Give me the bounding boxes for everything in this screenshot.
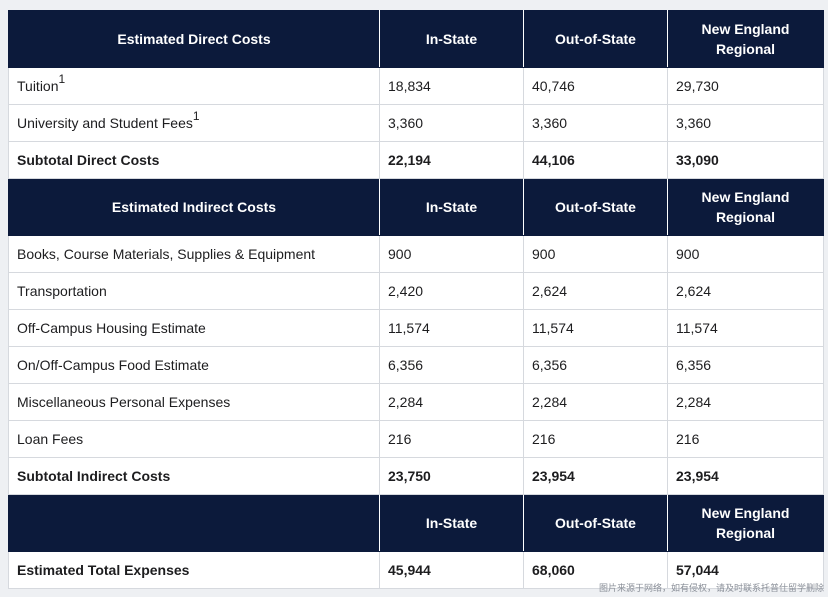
cell-new-england-regional: 3,360 bbox=[667, 104, 824, 142]
cell-out-of-state: 6,356 bbox=[523, 346, 668, 384]
cell-new-england-regional: 900 bbox=[667, 235, 824, 273]
subtotal-direct-row: Subtotal Direct Costs 22,194 44,106 33,0… bbox=[8, 141, 824, 179]
cell-new-england-regional: 6,356 bbox=[667, 346, 824, 384]
cell-out-of-state: 44,106 bbox=[523, 141, 668, 179]
row-label-text: Tuition bbox=[17, 78, 59, 94]
cell-out-of-state: 3,360 bbox=[523, 104, 668, 142]
cell-out-of-state: 40,746 bbox=[523, 67, 668, 105]
indirect-costs-heading: Estimated Indirect Costs bbox=[8, 178, 380, 236]
cell-out-of-state: 216 bbox=[523, 420, 668, 458]
table-row: Books, Course Materials, Supplies & Equi… bbox=[8, 235, 824, 273]
image-source-watermark: 图片来源于网络，如有侵权，请及时联系托普仕留学删除 bbox=[598, 584, 824, 594]
total-header-row: In-State Out-of-State New England Region… bbox=[8, 494, 824, 552]
row-label: Loan Fees bbox=[8, 420, 380, 458]
cell-new-england-regional: 2,284 bbox=[667, 383, 824, 421]
table-row: Tuition1 18,834 40,746 29,730 bbox=[8, 67, 824, 105]
column-header-out-of-state: Out-of-State bbox=[523, 494, 668, 552]
cell-new-england-regional: 216 bbox=[667, 420, 824, 458]
cell-new-england-regional: 23,954 bbox=[667, 457, 824, 495]
row-label: On/Off-Campus Food Estimate bbox=[8, 346, 380, 384]
cell-in-state: 22,194 bbox=[379, 141, 524, 179]
row-label: Miscellaneous Personal Expenses bbox=[8, 383, 380, 421]
cost-of-attendance-table: Estimated Direct Costs In-State Out-of-S… bbox=[8, 10, 824, 589]
subtotal-indirect-row: Subtotal Indirect Costs 23,750 23,954 23… bbox=[8, 457, 824, 495]
direct-costs-header-row: Estimated Direct Costs In-State Out-of-S… bbox=[8, 10, 824, 68]
footnote-marker: 1 bbox=[58, 72, 66, 87]
table-row: On/Off-Campus Food Estimate 6,356 6,356 … bbox=[8, 346, 824, 384]
column-header-out-of-state: Out-of-State bbox=[523, 10, 668, 68]
column-header-out-of-state: Out-of-State bbox=[523, 178, 668, 236]
row-label: Books, Course Materials, Supplies & Equi… bbox=[8, 235, 380, 273]
cell-in-state: 216 bbox=[379, 420, 524, 458]
table-row: Transportation 2,420 2,624 2,624 bbox=[8, 272, 824, 310]
table-row: Miscellaneous Personal Expenses 2,284 2,… bbox=[8, 383, 824, 421]
column-header-in-state: In-State bbox=[379, 494, 524, 552]
cell-out-of-state: 2,624 bbox=[523, 272, 668, 310]
cell-out-of-state: 23,954 bbox=[523, 457, 668, 495]
cell-in-state: 6,356 bbox=[379, 346, 524, 384]
cell-in-state: 3,360 bbox=[379, 104, 524, 142]
cell-new-england-regional: 2,624 bbox=[667, 272, 824, 310]
column-header-new-england-regional: New England Regional bbox=[667, 494, 824, 552]
cell-out-of-state: 900 bbox=[523, 235, 668, 273]
column-header-new-england-regional: New England Regional bbox=[667, 10, 824, 68]
cell-in-state: 23,750 bbox=[379, 457, 524, 495]
cell-new-england-regional: 33,090 bbox=[667, 141, 824, 179]
row-label: University and Student Fees1 bbox=[8, 104, 380, 142]
column-header-new-england-regional: New England Regional bbox=[667, 178, 824, 236]
column-header-in-state: In-State bbox=[379, 10, 524, 68]
cell-in-state: 18,834 bbox=[379, 67, 524, 105]
total-heading-empty bbox=[8, 494, 380, 552]
cell-out-of-state: 2,284 bbox=[523, 383, 668, 421]
cell-in-state: 11,574 bbox=[379, 309, 524, 347]
cell-in-state: 2,284 bbox=[379, 383, 524, 421]
row-label: Subtotal Direct Costs bbox=[8, 141, 380, 179]
column-header-in-state: In-State bbox=[379, 178, 524, 236]
cell-new-england-regional: 11,574 bbox=[667, 309, 824, 347]
footnote-marker: 1 bbox=[192, 109, 200, 124]
table-row: Off-Campus Housing Estimate 11,574 11,57… bbox=[8, 309, 824, 347]
cost-of-attendance-table-wrapper: Estimated Direct Costs In-State Out-of-S… bbox=[8, 10, 824, 589]
cell-out-of-state: 11,574 bbox=[523, 309, 668, 347]
row-label-text: University and Student Fees bbox=[17, 115, 193, 131]
row-label: Transportation bbox=[8, 272, 380, 310]
cell-in-state: 45,944 bbox=[379, 551, 524, 589]
indirect-costs-header-row: Estimated Indirect Costs In-State Out-of… bbox=[8, 178, 824, 236]
direct-costs-heading: Estimated Direct Costs bbox=[8, 10, 380, 68]
cell-new-england-regional: 29,730 bbox=[667, 67, 824, 105]
table-row: University and Student Fees1 3,360 3,360… bbox=[8, 104, 824, 142]
cell-in-state: 2,420 bbox=[379, 272, 524, 310]
cell-in-state: 900 bbox=[379, 235, 524, 273]
table-row: Loan Fees 216 216 216 bbox=[8, 420, 824, 458]
row-label: Estimated Total Expenses bbox=[8, 551, 380, 589]
row-label: Off-Campus Housing Estimate bbox=[8, 309, 380, 347]
row-label: Tuition1 bbox=[8, 67, 380, 105]
row-label: Subtotal Indirect Costs bbox=[8, 457, 380, 495]
